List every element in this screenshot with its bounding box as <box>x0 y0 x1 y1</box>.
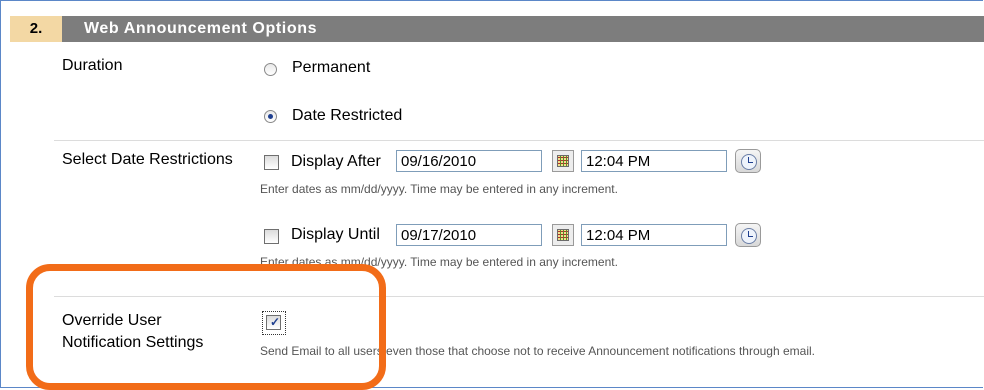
display-after-label: Display After <box>291 153 381 170</box>
radio-permanent-label[interactable]: Permanent <box>292 58 370 78</box>
display-until-time-input[interactable] <box>581 224 727 246</box>
divider <box>54 140 984 141</box>
display-until-calendar-button[interactable] <box>552 224 574 246</box>
clock-icon <box>741 154 757 170</box>
radio-permanent[interactable] <box>264 63 277 76</box>
section-title: Web Announcement Options <box>84 20 318 37</box>
radio-date-restricted-label[interactable]: Date Restricted <box>292 106 402 126</box>
display-after-clock-button[interactable] <box>735 149 761 173</box>
display-after-date-input[interactable] <box>396 150 542 172</box>
display-until-clock-button[interactable] <box>735 223 761 247</box>
date-format-hint: Enter dates as mm/dd/yyyy. Time may be e… <box>260 182 618 196</box>
duration-label: Duration <box>62 57 123 74</box>
clock-icon <box>741 228 757 244</box>
date-restrictions-label: Select Date Restrictions <box>62 151 233 168</box>
display-after-time-input[interactable] <box>581 150 727 172</box>
display-until-date-input[interactable] <box>396 224 542 246</box>
highlight-annotation <box>26 264 386 390</box>
display-until-label: Display Until <box>291 226 380 243</box>
radio-date-restricted[interactable] <box>264 110 277 123</box>
radio-selected-dot <box>268 114 273 119</box>
display-after-checkbox[interactable] <box>264 155 279 170</box>
display-until-checkbox[interactable] <box>264 229 279 244</box>
calendar-icon <box>557 155 569 167</box>
section-header: 2. Web Announcement Options <box>10 16 984 42</box>
display-after-calendar-button[interactable] <box>552 150 574 172</box>
step-number: 2. <box>10 16 62 42</box>
calendar-icon <box>557 229 569 241</box>
